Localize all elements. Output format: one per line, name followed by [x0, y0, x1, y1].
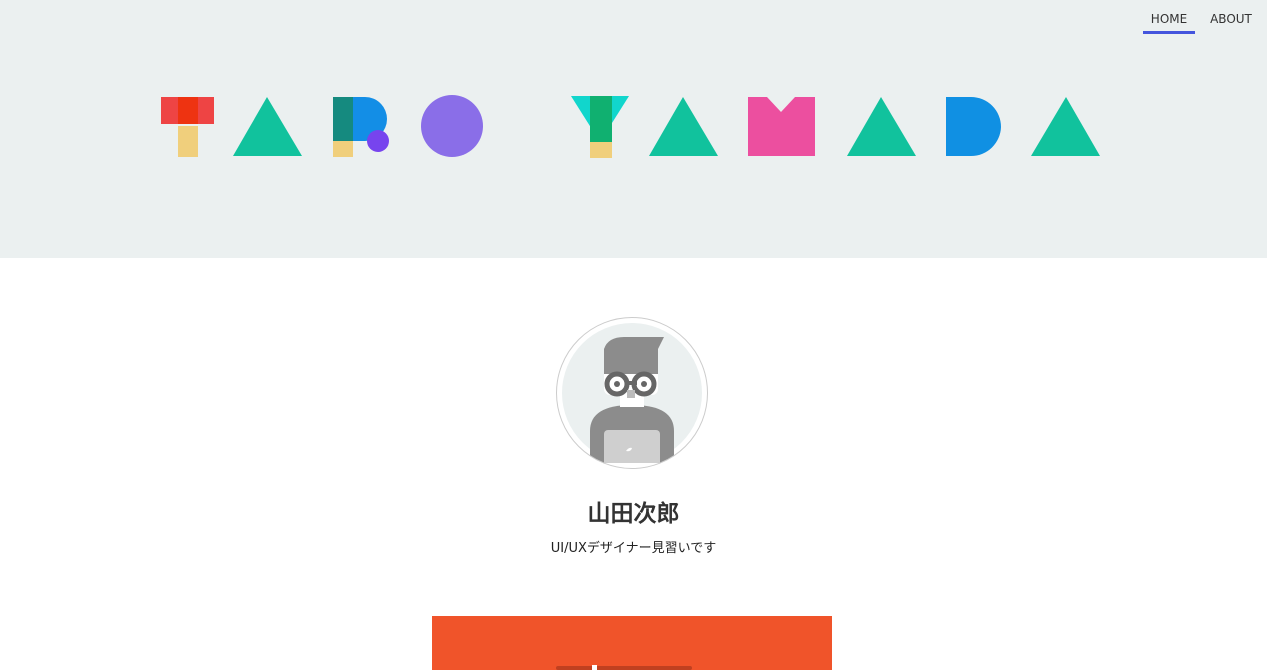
hero-banner: HOME ABOUT — [0, 0, 1267, 258]
logo-letter-o — [421, 95, 483, 157]
site-logo[interactable] — [0, 0, 1267, 258]
logo-letter-a-1 — [233, 97, 302, 156]
logo-letter-a-3 — [847, 97, 916, 156]
card-thumbnail-dot — [592, 665, 597, 670]
profile-name: 山田次郎 — [587, 501, 680, 527]
logo-letter-m — [748, 97, 815, 156]
avatar — [556, 317, 708, 469]
featured-work-card[interactable] — [432, 616, 832, 670]
logo-letter-d — [946, 97, 1001, 156]
logo-letter-a-4 — [1031, 97, 1100, 156]
profile-tagline: UI/UXデザイナー見習いです — [550, 541, 717, 556]
profile-section: 山田次郎 UI/UXデザイナー見習いです — [0, 258, 1267, 670]
logo-letter-a-2 — [649, 97, 718, 156]
logo-letter-r — [333, 97, 389, 157]
card-thumbnail-strip — [556, 666, 692, 670]
logo-letter-y — [571, 96, 629, 158]
logo-letter-t — [161, 97, 214, 157]
developer-illustration — [562, 323, 702, 463]
